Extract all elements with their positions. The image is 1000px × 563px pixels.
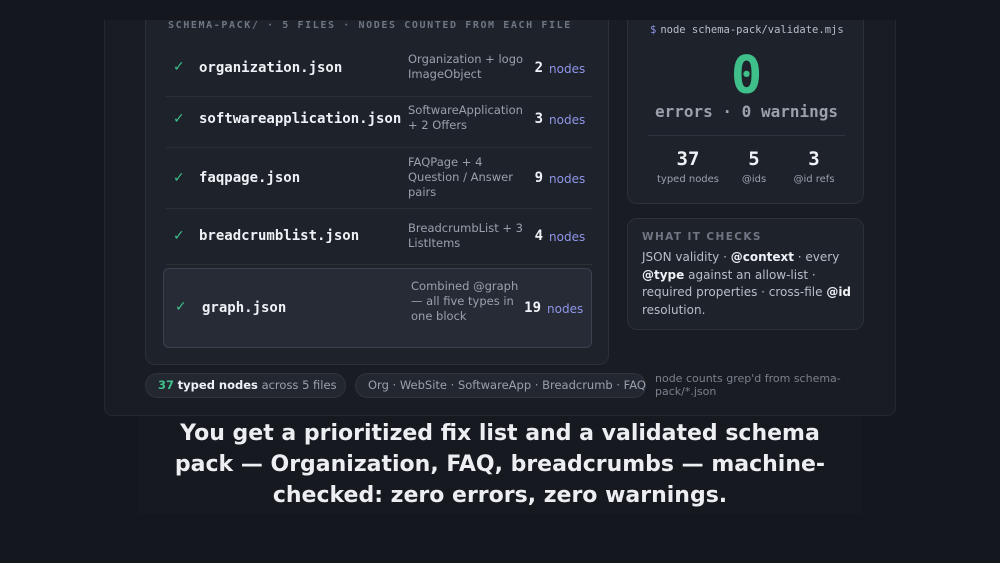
video-caption: You get a prioritized fix list and a val… <box>174 421 826 508</box>
file-description: Organization + logo ImageObject <box>408 52 524 81</box>
file-row-breadcrumblist[interactable]: ✓ breadcrumblist.json BreadcrumbList + 3… <box>166 209 592 265</box>
node-unit: nodes <box>549 113 586 127</box>
node-count: 4 <box>534 228 543 244</box>
file-row-softwareapplication[interactable]: ✓ softwareapplication.json SoftwareAppli… <box>166 97 592 148</box>
stat-id-refs: 3 @id refs <box>793 148 835 185</box>
file-name: faqpage.json <box>199 170 301 186</box>
file-description: BreadcrumbList + 3 ListItems <box>408 221 523 250</box>
checks-title: WHAT IT CHECKS <box>642 231 762 243</box>
errors-warnings-line: errors · 0 warnings <box>654 102 839 121</box>
checks-description: JSON validity · @context · every @type a… <box>642 250 852 317</box>
file-description: Combined @graph — all five types in one … <box>411 279 519 323</box>
validation-result-card: $ node schema-pack/validate.mjs 0 errors … <box>627 20 864 204</box>
file-row-organization[interactable]: ✓ organization.json Organization + logo … <box>166 46 592 97</box>
check-icon: ✓ <box>173 170 185 186</box>
file-row-graph[interactable]: ✓ graph.json Combined @graph — all five … <box>163 268 592 348</box>
typed-nodes-summary-pill: 37 typed nodes across 5 files <box>145 373 346 398</box>
file-row-faqpage[interactable]: ✓ faqpage.json FAQPage + 4 Question / An… <box>166 148 592 209</box>
file-list-card: SCHEMA-PACK/ · 5 FILES · NODES COUNTED F… <box>145 20 609 365</box>
file-list-header: SCHEMA-PACK/ · 5 FILES · NODES COUNTED F… <box>168 20 572 31</box>
footnote: node counts grep'd from schema-pack/*.js… <box>655 372 841 398</box>
check-icon: ✓ <box>173 111 185 127</box>
file-name: organization.json <box>199 60 343 76</box>
node-count: 19 <box>524 300 541 316</box>
error-count: 0 <box>730 46 763 106</box>
node-unit: nodes <box>549 230 586 244</box>
file-name: breadcrumblist.json <box>199 228 360 244</box>
node-count: 9 <box>534 170 543 186</box>
file-name: softwareapplication.json <box>199 111 402 127</box>
schema-types-pill: Org · WebSite · SoftwareApp · Breadcrumb… <box>355 373 646 398</box>
stat-ids: 5 @ids <box>741 148 767 185</box>
node-unit: nodes <box>549 62 586 76</box>
what-it-checks-card: WHAT IT CHECKS JSON validity · @context … <box>627 218 864 330</box>
terminal-prompt: $ <box>650 24 657 36</box>
file-description: FAQPage + 4 Question / Answer pairs <box>408 155 513 199</box>
node-count: 2 <box>534 60 543 76</box>
check-icon: ✓ <box>175 299 187 315</box>
divider <box>648 135 845 136</box>
check-icon: ✓ <box>173 59 185 75</box>
node-unit: nodes <box>549 172 586 186</box>
check-icon: ✓ <box>173 228 185 244</box>
file-description: SoftwareApplication + 2 Offers <box>408 103 523 132</box>
file-name: graph.json <box>202 300 287 316</box>
node-count: 3 <box>534 111 543 127</box>
terminal-command: $ node schema-pack/validate.mjs <box>650 24 844 36</box>
node-unit: nodes <box>547 302 584 316</box>
stat-typed-nodes: 37 typed nodes <box>656 148 720 185</box>
